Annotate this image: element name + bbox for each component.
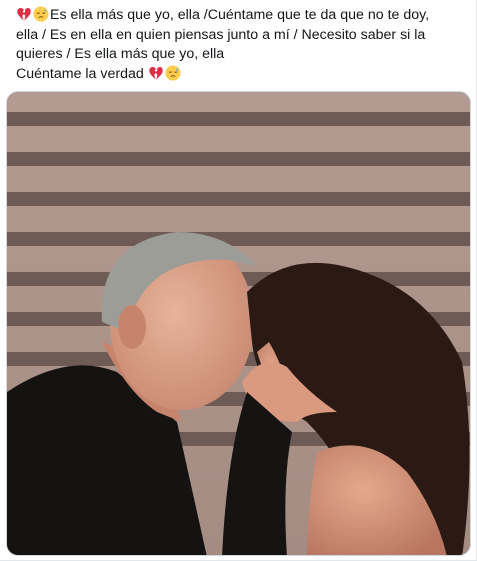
- sad-relieved-face-icon: [165, 64, 181, 81]
- tweet-line-4: Cuéntame la verdad: [16, 64, 466, 85]
- photo-illustration: [7, 92, 470, 555]
- tweet-line-2: ella / Es en ella en quien piensas junto…: [16, 26, 466, 46]
- tweet-text-line: Cuéntame la verdad: [16, 65, 144, 82]
- tweet-card[interactable]: Es ella más que yo, ella /Cuéntame que t…: [0, 0, 477, 561]
- broken-heart-icon: [17, 8, 31, 21]
- tweet-line-1: Es ella más que yo, ella /Cuéntame que t…: [16, 6, 466, 26]
- broken-heart-icon: [149, 66, 163, 80]
- tweet-text: Es ella más que yo, ella /Cuéntame que t…: [16, 6, 466, 84]
- tweet-line-3: quieres / Es ella más que yo, ella: [16, 45, 466, 65]
- tweet-text-line: ella / Es en ella en quien piensas junto…: [16, 26, 426, 43]
- tweet-photo[interactable]: [6, 91, 471, 556]
- sad-relieved-face-icon: [33, 6, 49, 22]
- tweet-text-line: quieres / Es ella más que yo, ella: [16, 46, 225, 62]
- tweet-text-line: Es ella más que yo, ella /Cuéntame que t…: [50, 7, 430, 23]
